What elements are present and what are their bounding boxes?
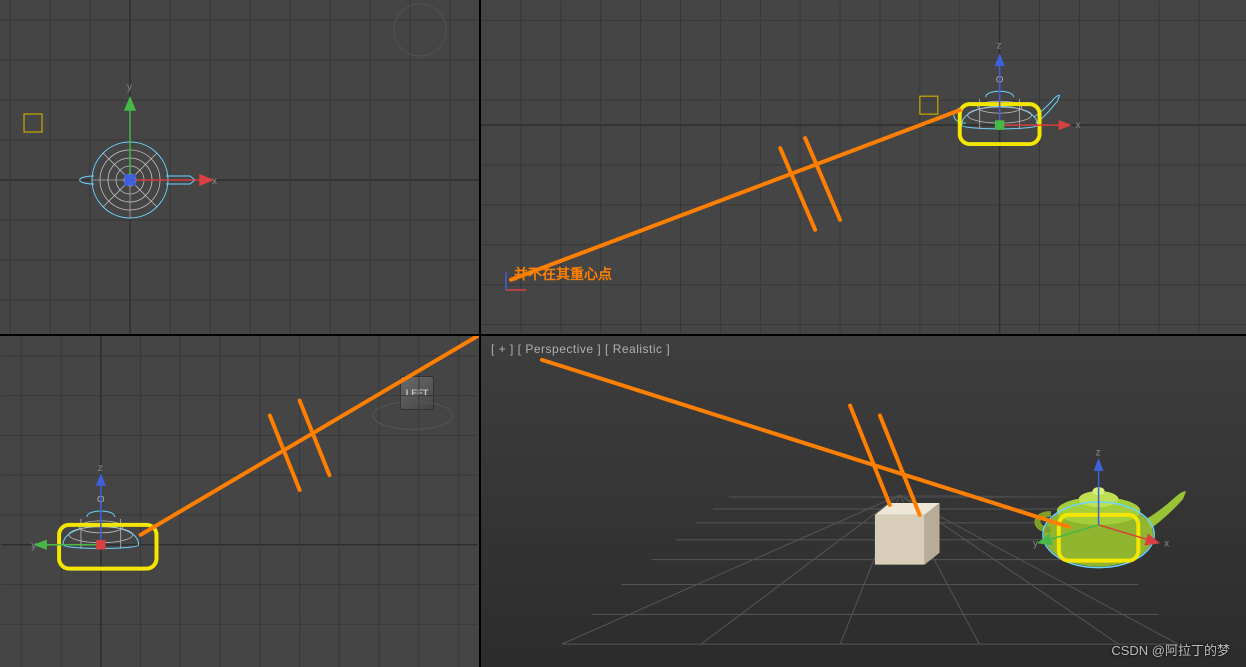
svg-text:y: y xyxy=(31,541,36,552)
grid xyxy=(1,336,477,667)
viewport-perspective[interactable]: [ + ] [ Perspective ] [ Realistic ] xyxy=(481,336,1246,667)
watermark: CSDN @阿拉丁的梦 xyxy=(1111,640,1230,659)
svg-text:x: x xyxy=(1075,120,1080,131)
svg-text:y: y xyxy=(1033,539,1038,550)
box-object[interactable] xyxy=(875,503,940,565)
viewcube-ring[interactable] xyxy=(394,4,446,56)
viewport-left[interactable]: LEFT xyxy=(0,336,479,667)
selection-marker xyxy=(920,96,938,114)
svg-text:z: z xyxy=(1096,447,1101,458)
svg-text:z: z xyxy=(997,40,1002,51)
selection-marker xyxy=(24,114,42,132)
svg-text:x: x xyxy=(1164,539,1169,550)
svg-text:z: z xyxy=(98,463,103,474)
origin-marker xyxy=(496,270,536,310)
svg-text:y: y xyxy=(127,82,132,93)
annotation-line xyxy=(542,360,1069,527)
viewcube-ring[interactable] xyxy=(373,402,453,430)
grid xyxy=(0,0,479,334)
svg-text:x: x xyxy=(212,176,217,187)
annotation-line xyxy=(511,110,960,280)
viewport-top[interactable]: x y xyxy=(0,0,479,334)
